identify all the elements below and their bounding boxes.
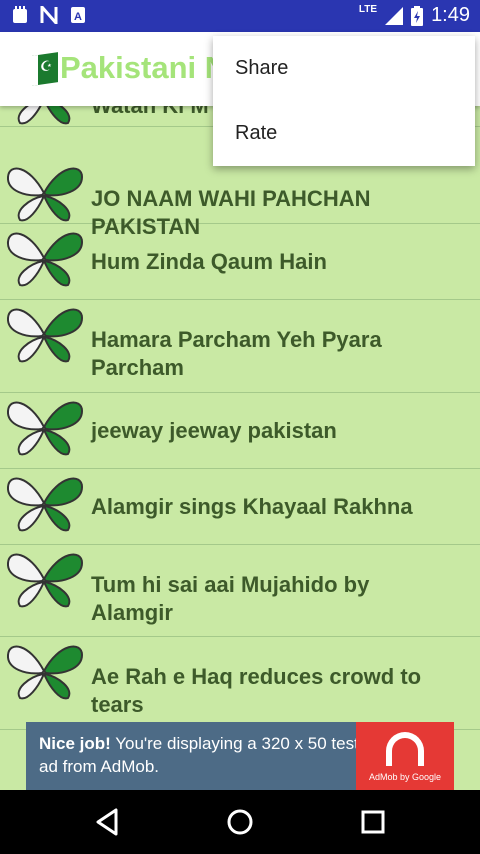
pakistan-flag-icon: [32, 52, 58, 86]
menu-item-rate[interactable]: Rate: [213, 101, 475, 166]
status-right: LTE 1:49: [359, 4, 470, 27]
clock: 1:49: [431, 4, 470, 26]
system-nav-bar: [0, 790, 480, 854]
status-left-icons: A: [12, 6, 86, 24]
butterfly-flag-icon: [6, 401, 84, 456]
admob-logo: AdMob by Google: [356, 722, 454, 790]
list-item[interactable]: jeeway jeeway pakistan: [0, 393, 480, 469]
butterfly-flag-icon: [6, 645, 84, 700]
admob-brand: AdMob by Google: [368, 772, 442, 782]
butterfly-flag-icon: [6, 553, 84, 608]
svg-text:A: A: [74, 11, 82, 23]
list-item[interactable]: Hum Zinda Qaum Hain: [0, 224, 480, 300]
app-title: Pakistani N: [60, 50, 228, 85]
list-item-label: Watan Ki M: [0, 106, 209, 120]
network-type: LTE: [358, 4, 378, 15]
butterfly-flag-icon: [6, 232, 84, 287]
a-icon: A: [71, 7, 85, 23]
list-item[interactable]: Hamara Parcham Yeh Pyara Parcham: [0, 300, 480, 393]
butterfly-flag-icon: [6, 477, 84, 532]
ad-text: Nice job! You're displaying a 320 x 50 t…: [39, 732, 359, 778]
battery-icon: [411, 5, 424, 26]
list-item[interactable]: Ae Rah e Haq reduces crowd to tears: [0, 637, 480, 730]
butterfly-flag-icon: [6, 308, 84, 363]
menu-item-share[interactable]: Share: [213, 36, 475, 101]
list-item[interactable]: Tum hi sai aai Mujahido by Alamgir: [0, 545, 480, 637]
n-icon: [40, 6, 58, 24]
notification-icon: [13, 6, 27, 23]
home-icon[interactable]: [224, 806, 256, 838]
ad-banner[interactable]: Nice job! You're displaying a 320 x 50 t…: [26, 722, 454, 790]
recents-icon[interactable]: [357, 806, 389, 838]
ad-bold-text: Nice job!: [39, 734, 111, 753]
overflow-menu: Share Rate: [213, 36, 475, 166]
list-item[interactable]: Alamgir sings Khayaal Rakhna: [0, 469, 480, 545]
status-bar: A LTE 1:49: [0, 0, 480, 32]
butterfly-flag-icon: [6, 167, 84, 222]
song-list: Watan Ki M JO NAAM WAHI PAHCHAN PAKISTAN…: [0, 106, 480, 730]
signal-icon: [385, 6, 404, 25]
admob-icon: [386, 732, 424, 766]
back-icon[interactable]: [92, 806, 124, 838]
